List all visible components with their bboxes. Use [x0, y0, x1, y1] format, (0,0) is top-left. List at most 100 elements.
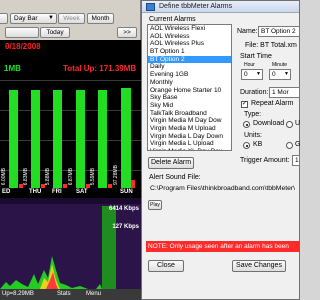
- name-field[interactable]: BT Option 2: [258, 26, 300, 37]
- period-select[interactable]: Day Bar ▼: [10, 13, 57, 24]
- alert-sound-path[interactable]: C:\Program Files\thinkbroadband.com\tbbM…: [150, 185, 295, 192]
- alarms-list[interactable]: AOL Wireless Flexi AOL Wireless AOL Wirele…: [147, 24, 232, 151]
- alarm-list-item[interactable]: Monthly: [148, 79, 231, 87]
- alarm-list-item[interactable]: TalkTalk Broadband: [148, 110, 231, 118]
- speed-bottom: 127 Kbps: [112, 224, 139, 231]
- minute-label: Minute: [272, 62, 288, 68]
- next-button[interactable]: >>: [117, 27, 137, 38]
- alarm-list-item[interactable]: AOL Wireless Flexi: [148, 25, 231, 33]
- alarm-list-item[interactable]: Virgin Media M Upload: [148, 125, 231, 133]
- period-left-button[interactable]: [0, 13, 8, 24]
- day-axis: ED THU FRI SAT SUN: [0, 188, 141, 198]
- alarm-list-item[interactable]: Sky Base: [148, 94, 231, 102]
- alarm-list-item[interactable]: Daily: [148, 63, 231, 71]
- duration-select[interactable]: 1 Mor: [269, 87, 300, 98]
- usage-bar: [9, 90, 18, 188]
- units-gb-label: G: [295, 141, 301, 148]
- usage-bar-value: 5.59MB: [90, 167, 96, 185]
- usage-bar-value: 6.87MB: [68, 167, 74, 185]
- hour-label: Hour: [244, 62, 255, 68]
- units-gb-radio[interactable]: [286, 142, 293, 149]
- minute-select[interactable]: 0 ▼: [269, 69, 291, 80]
- speed-top: 6414 Kbps: [109, 206, 139, 213]
- chevron-down-icon: ▼: [284, 71, 289, 77]
- trigger-amount-field[interactable]: 1: [292, 155, 300, 166]
- traffic-graph-svg: [0, 198, 141, 289]
- usage-bar-value: 97.28MB: [113, 164, 119, 185]
- week-button[interactable]: Week: [58, 13, 85, 24]
- chevron-down-icon: ▼: [48, 15, 54, 21]
- day-label: SUN: [120, 189, 133, 195]
- usage-bar-chart: 0/18/2008 1MB Total Up: 171.39MB 6.00MB 6…: [0, 40, 141, 188]
- period-select-value: Day Bar: [14, 15, 38, 22]
- traffic-spike: [102, 206, 116, 289]
- app-icon: [146, 3, 155, 11]
- units-kb-label: KB: [253, 141, 263, 148]
- day-label: SAT: [76, 189, 88, 195]
- repeat-alarm-checkbox[interactable]: ✓: [241, 101, 248, 108]
- play-button[interactable]: Play: [148, 200, 162, 210]
- delete-alarm-button[interactable]: Delete Alarm: [148, 157, 194, 169]
- usage-bar: [76, 90, 85, 188]
- status-up: Up=8.29MB: [2, 291, 34, 297]
- hour-value: 0: [244, 71, 248, 78]
- prev-button[interactable]: [5, 27, 39, 38]
- units-kb-radio[interactable]: [243, 142, 250, 149]
- today-button[interactable]: Today: [40, 27, 70, 38]
- close-button[interactable]: Close: [148, 260, 184, 272]
- chevron-down-icon: ▼: [256, 71, 261, 77]
- type-label: Type:: [244, 111, 262, 118]
- usage-bar-value: 5.88MB: [45, 167, 51, 185]
- month-button[interactable]: Month: [87, 13, 114, 24]
- traffic-graph: 6414 Kbps 127 Kbps: [0, 198, 141, 300]
- alarm-list-item[interactable]: Virgin Media XL Day Dov: [148, 148, 231, 150]
- alarm-list-item[interactable]: AOL Wireless Plus: [148, 40, 231, 48]
- repeat-alarm-label: Repeat Alarm: [251, 100, 294, 107]
- traffic-area: [0, 256, 141, 289]
- alarm-list-item[interactable]: Orange Home Starter 10: [148, 87, 231, 95]
- day-label: ED: [2, 189, 11, 195]
- alarm-list-item[interactable]: Evening 1GB: [148, 71, 231, 79]
- total-down-label: 1MB: [4, 64, 21, 73]
- alarm-list-item[interactable]: Virgin Media L Upload: [148, 140, 231, 148]
- total-up-label: Total Up: 171.39MB: [63, 64, 137, 73]
- grid-line: [0, 140, 141, 141]
- usage-bar-value: 6.83MB: [23, 167, 29, 185]
- type-download-label: Download: [253, 120, 285, 127]
- stats-button[interactable]: Stats: [57, 289, 71, 300]
- start-time-label: Start Time: [240, 53, 272, 60]
- duration-label: Duration:: [240, 89, 269, 96]
- day-label: THU: [29, 189, 42, 195]
- usage-bar: [53, 90, 62, 188]
- alarm-list-item[interactable]: BT Option 2: [148, 55, 231, 64]
- units-label: Units:: [244, 132, 262, 139]
- usage-bar: [98, 90, 107, 188]
- alarm-list-item[interactable]: Virgin Media M Day Dow: [148, 117, 231, 125]
- type-upload-label: U: [295, 120, 301, 127]
- usage-note: NOTE: Only usage seen after an alarm has…: [146, 241, 300, 252]
- save-changes-button[interactable]: Save Changes: [232, 260, 286, 272]
- alert-sound-label: Alert Sound File:: [149, 174, 201, 181]
- minute-value: 0: [272, 71, 276, 78]
- trigger-amount-label: Trigger Amount:: [240, 157, 290, 164]
- type-download-radio[interactable]: [243, 121, 250, 128]
- menu-button[interactable]: Menu: [86, 289, 101, 300]
- type-upload-radio[interactable]: [286, 121, 293, 128]
- file-label: File: BT Total.xm: [245, 42, 297, 49]
- alarm-list-item[interactable]: Virgin Media L Day Down: [148, 133, 231, 141]
- meter-status-bar: Up=8.29MB Stats Menu: [0, 289, 141, 300]
- usage-bar: [121, 88, 131, 188]
- day-label: FRI: [52, 189, 62, 195]
- chart-date: 0/18/2008: [5, 42, 41, 51]
- upload-bar: [131, 180, 135, 188]
- traffic-header: [0, 198, 141, 204]
- speed-bottom-value: 127 Kbps: [112, 224, 139, 230]
- alarm-list-item[interactable]: Sky Mid: [148, 102, 231, 110]
- usage-bar: [31, 90, 40, 188]
- hour-select[interactable]: 0 ▼: [241, 69, 263, 80]
- usage-bar-value: 6.00MB: [1, 167, 7, 185]
- tbbmeter-window: Day Bar ▼ Week Month Today >> 0/18/2008 …: [0, 0, 141, 300]
- alarm-list-item[interactable]: AOL Wireless: [148, 33, 231, 41]
- grid-line: [0, 110, 141, 111]
- alarm-list-item[interactable]: BT Option 1: [148, 48, 231, 56]
